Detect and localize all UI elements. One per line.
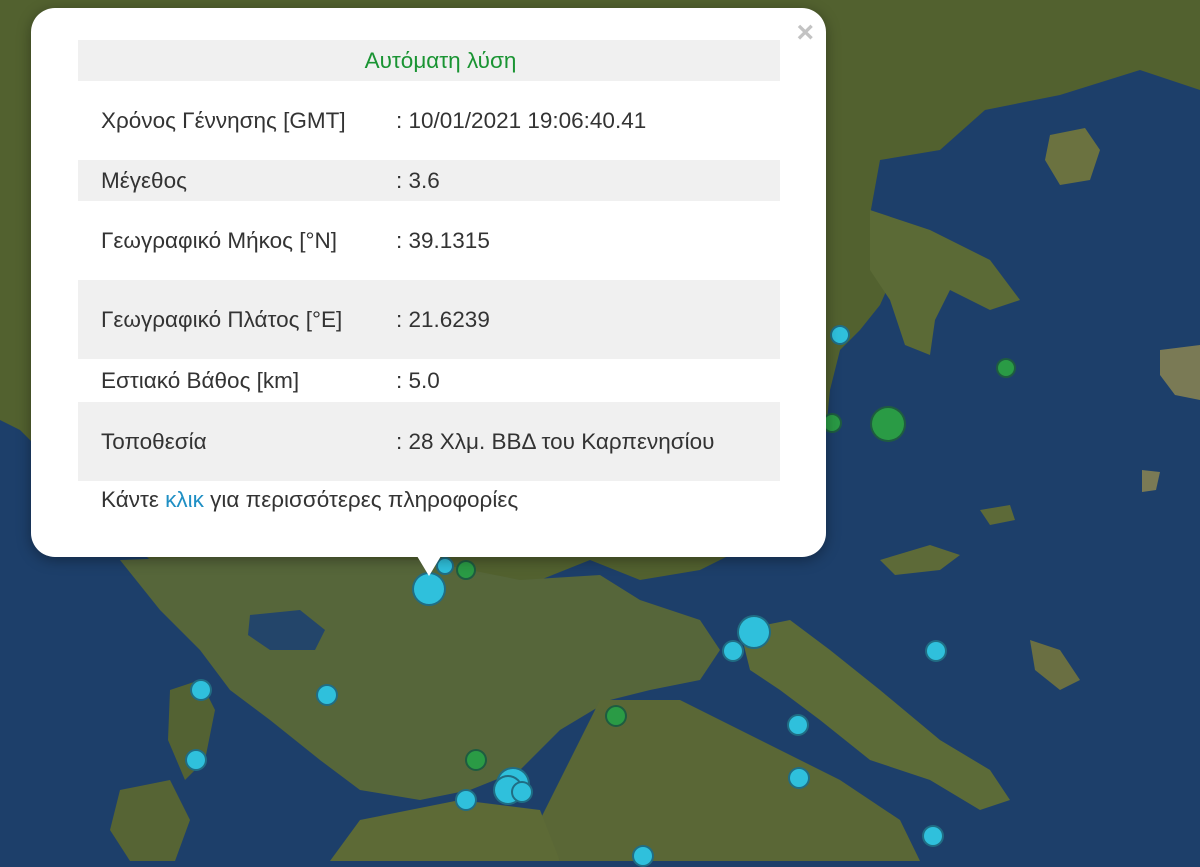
footer-prefix: Κάντε xyxy=(101,487,166,512)
earthquake-marker[interactable] xyxy=(830,325,850,345)
row-value: : 10/01/2021 19:06:40.41 xyxy=(396,107,647,133)
close-icon[interactable]: × xyxy=(796,18,814,48)
earthquake-marker[interactable] xyxy=(455,789,477,811)
earthquake-marker[interactable] xyxy=(787,714,809,736)
popup-title-row: Αυτόματη λύση xyxy=(78,40,780,81)
table-row: Μέγεθος : 3.6 xyxy=(78,160,780,201)
row-value: : 28 Χλμ. ΒΒΔ του Καρπενησίου xyxy=(396,428,715,454)
earthquake-marker[interactable] xyxy=(412,572,446,606)
more-info-line: Κάντε κλικ για περισσότερες πληροφορίες xyxy=(101,487,518,513)
more-info-link[interactable]: κλικ xyxy=(165,487,204,512)
row-label: Εστιακό Βάθος [km] xyxy=(101,367,300,393)
table-row: Γεωγραφικό Πλάτος [°E] : 21.6239 xyxy=(78,280,780,359)
earthquake-marker[interactable] xyxy=(316,684,338,706)
row-value: : 39.1315 xyxy=(396,227,490,253)
row-label: Γεωγραφικό Πλάτος [°E] xyxy=(101,306,343,332)
popup-tip xyxy=(417,556,441,576)
earthquake-marker[interactable] xyxy=(185,749,207,771)
row-label: Τοποθεσία xyxy=(101,428,207,454)
table-row: Χρόνος Γέννησης [GMT] : 10/01/2021 19:06… xyxy=(78,81,780,160)
row-value: : 5.0 xyxy=(396,367,440,393)
earthquake-marker[interactable] xyxy=(870,406,906,442)
earthquake-details-table: Αυτόματη λύση Χρόνος Γέννησης [GMT] : 10… xyxy=(78,40,780,481)
popup-title: Αυτόματη λύση xyxy=(364,47,517,73)
earthquake-marker[interactable] xyxy=(190,679,212,701)
table-row: Εστιακό Βάθος [km] : 5.0 xyxy=(78,359,780,402)
table-row: Γεωγραφικό Μήκος [°N] : 39.1315 xyxy=(78,201,780,280)
earthquake-marker[interactable] xyxy=(632,845,654,867)
earthquake-marker[interactable] xyxy=(996,358,1016,378)
earthquake-marker[interactable] xyxy=(605,705,627,727)
earthquake-marker[interactable] xyxy=(511,781,533,803)
earthquake-marker[interactable] xyxy=(925,640,947,662)
row-value: : 21.6239 xyxy=(396,306,490,332)
row-value: : 3.6 xyxy=(396,167,440,193)
earthquake-info-popup: × Αυτόματη λύση Χρόνος Γέννησης [GMT] : … xyxy=(31,8,826,557)
row-label: Μέγεθος xyxy=(101,167,187,193)
earthquake-marker[interactable] xyxy=(922,825,944,847)
earthquake-marker[interactable] xyxy=(788,767,810,789)
earthquake-marker[interactable] xyxy=(456,560,476,580)
earthquake-marker[interactable] xyxy=(465,749,487,771)
row-label: Γεωγραφικό Μήκος [°N] xyxy=(101,227,337,253)
table-row: Τοποθεσία : 28 Χλμ. ΒΒΔ του Καρπενησίου xyxy=(78,402,780,481)
row-label: Χρόνος Γέννησης [GMT] xyxy=(101,107,346,133)
footer-suffix: για περισσότερες πληροφορίες xyxy=(203,487,519,512)
earthquake-marker[interactable] xyxy=(722,640,744,662)
